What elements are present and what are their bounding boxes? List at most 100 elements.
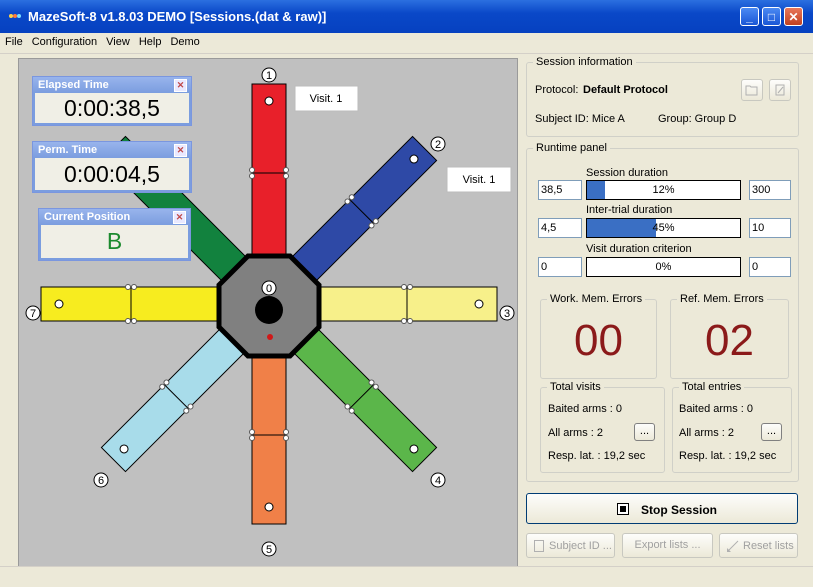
elapsed-time-title: Elapsed Time (38, 79, 109, 91)
elapsed-time-value: 0:00:38,5 (33, 93, 191, 125)
visit-criterion-elapsed: 0 (538, 257, 582, 277)
maze-arm-6 (100, 320, 253, 473)
visits-list-button[interactable]: ... (634, 423, 655, 441)
current-position-title: Current Position (44, 211, 131, 223)
protocol-label: Protocol: (535, 84, 579, 96)
menu-file[interactable]: File (0, 33, 27, 48)
menu-configuration[interactable]: Configuration (27, 33, 101, 48)
svg-text:Visit. 1: Visit. 1 (310, 93, 343, 105)
svg-text:6: 6 (98, 475, 104, 487)
minimize-button[interactable]: _ (740, 7, 759, 26)
maze-arena: 1 2 3 4 5 6 7 0 Visit. 1 Visit. 1 Elapse… (18, 58, 518, 570)
entries-baited-arms: Baited arms : 0 (679, 403, 753, 415)
broom-icon (727, 540, 739, 552)
visits-baited-arms: Baited arms : 0 (548, 403, 622, 415)
entries-list-button[interactable]: ... (761, 423, 782, 441)
arm-label-1: 1 (261, 67, 277, 83)
runtime-legend: Runtime panel (533, 142, 610, 154)
runtime-panel: Runtime panel Session duration 38,5 12% … (526, 142, 799, 482)
perm-time-window[interactable]: Perm. Time ✕ 0:00:04,5 (32, 141, 192, 193)
visit-criterion-total: 0 (749, 257, 791, 277)
entries-response-latency: Resp. lat. : 19,2 sec (679, 450, 777, 462)
intertrial-elapsed: 4,5 (538, 218, 582, 238)
edit-icon (775, 84, 785, 96)
maze-arm-1 (249, 83, 289, 263)
stop-session-button[interactable]: Stop Session (526, 493, 798, 524)
menu-demo[interactable]: Demo (165, 33, 203, 48)
session-duration-percent: 12% (652, 184, 675, 196)
stop-icon (617, 503, 629, 515)
perm-time-title: Perm. Time (38, 144, 98, 156)
svg-text:2: 2 (435, 139, 441, 151)
window-title: MazeSoft-8 v1.8.03 DEMO [Sessions.(dat &… (28, 9, 327, 24)
maximize-button[interactable]: □ (762, 7, 781, 26)
stop-session-label: Stop Session (641, 503, 718, 517)
status-bar (0, 566, 813, 587)
edit-protocol-button[interactable] (769, 79, 791, 101)
group-text: Group: Group D (658, 113, 737, 125)
svg-text:Visit. 1: Visit. 1 (463, 174, 496, 186)
perm-time-value: 0:00:04,5 (33, 158, 191, 192)
current-position-window[interactable]: Current Position ✕ B (38, 208, 191, 261)
maze-arm-3 (310, 284, 498, 324)
subject-id-button-label: Subject ID ... (549, 540, 612, 552)
reset-lists-label: Reset lists (743, 540, 794, 552)
close-icon[interactable]: ✕ (174, 79, 187, 92)
menu-help[interactable]: Help (134, 33, 166, 48)
arm-label-6: 6 (93, 472, 109, 488)
menu-view[interactable]: View (101, 33, 134, 48)
session-duration-progress: 12% (586, 180, 741, 200)
intertrial-progress: 45% (586, 218, 741, 238)
close-icon[interactable]: ✕ (174, 144, 187, 157)
visit-label-arm-1: Visit. 1 (294, 85, 359, 112)
total-visits-legend: Total visits (547, 381, 604, 393)
open-protocol-button[interactable] (741, 79, 763, 101)
visit-label-arm-2: Visit. 1 (446, 166, 512, 193)
arm-label-4: 4 (430, 472, 446, 488)
ref-mem-errors-box: Ref. Mem. Errors 02 (670, 293, 789, 379)
ref-mem-errors-label: Ref. Mem. Errors (677, 293, 767, 305)
session-info-panel: Session information Protocol: Default Pr… (526, 56, 799, 137)
intertrial-total: 10 (749, 218, 791, 238)
arm-label-7: 7 (25, 305, 41, 321)
work-mem-errors-value: 00 (574, 316, 623, 365)
visit-criterion-percent: 0% (655, 261, 672, 273)
reset-lists-button[interactable]: Reset lists (719, 533, 798, 558)
maze-arm-7 (40, 284, 228, 324)
close-icon[interactable]: ✕ (173, 211, 186, 224)
tracking-dot (267, 334, 273, 340)
work-mem-errors-box: Work. Mem. Errors 00 (540, 293, 657, 379)
total-visits-box: Total visits Baited arms : 0 All arms : … (540, 381, 665, 473)
visit-criterion-label: Visit duration criterion (586, 243, 692, 255)
subject-id-text: Subject ID: Mice A (535, 113, 625, 125)
svg-text:5: 5 (266, 544, 272, 556)
visit-criterion-progress: 0% (586, 257, 741, 277)
maze-arm-5 (249, 345, 289, 525)
maze-arm-2 (285, 135, 438, 288)
intertrial-duration-label: Inter-trial duration (586, 204, 673, 216)
export-lists-button[interactable]: Export lists ... (622, 533, 713, 558)
maze-drawing: 1 2 3 4 5 6 7 0 Visit. 1 Visit. 1 (25, 67, 515, 557)
svg-text:1: 1 (266, 70, 272, 82)
title-bar: MazeSoft-8 v1.8.03 DEMO [Sessions.(dat &… (0, 0, 813, 33)
app-icon (9, 14, 21, 18)
center-label: 0 (261, 280, 277, 296)
close-button[interactable]: ✕ (784, 7, 803, 26)
intertrial-percent: 45% (652, 222, 675, 234)
arm-label-3: 3 (499, 305, 515, 321)
session-info-legend: Session information (533, 56, 636, 68)
svg-text:4: 4 (435, 475, 441, 487)
visits-all-arms: All arms : 2 (548, 427, 604, 439)
ref-mem-errors-value: 02 (705, 316, 754, 365)
current-position-value: B (39, 225, 190, 260)
session-duration-label: Session duration (586, 167, 668, 179)
arm-label-2: 2 (430, 136, 446, 152)
folder-icon (745, 85, 758, 96)
subject-id-button[interactable]: Subject ID ... (526, 533, 615, 558)
arm-label-5: 5 (261, 541, 277, 557)
entries-all-arms: All arms : 2 (679, 427, 735, 439)
elapsed-time-window[interactable]: Elapsed Time ✕ 0:00:38,5 (32, 76, 192, 126)
animal-position-marker (255, 296, 283, 324)
total-entries-legend: Total entries (679, 381, 745, 393)
svg-text:3: 3 (504, 308, 510, 320)
